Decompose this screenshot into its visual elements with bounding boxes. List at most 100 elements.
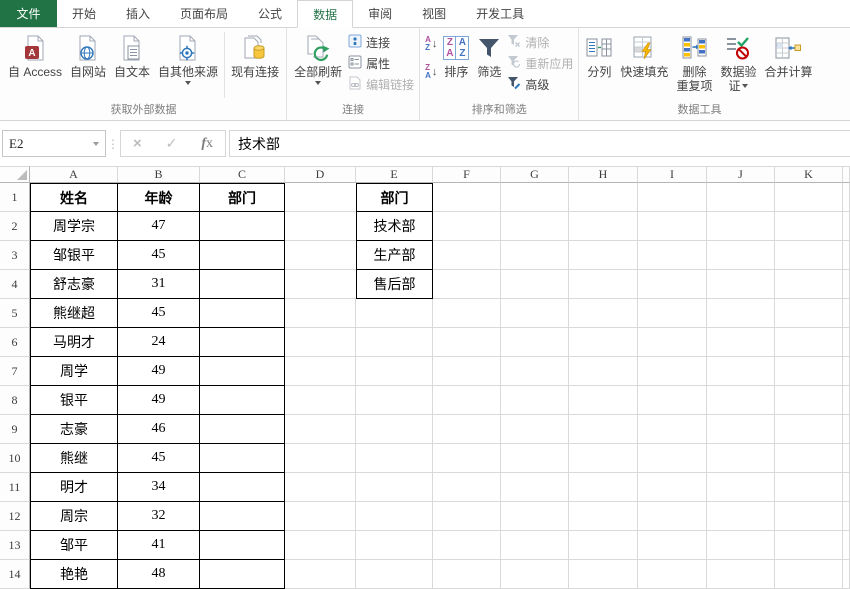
- properties-button[interactable]: 属性: [346, 54, 416, 73]
- cell-B9[interactable]: 46: [118, 415, 200, 444]
- cell-F1[interactable]: [433, 183, 501, 212]
- cell-E5[interactable]: [356, 299, 433, 328]
- col-header-K[interactable]: K: [775, 166, 843, 183]
- cell-E7[interactable]: [356, 357, 433, 386]
- cell-K11[interactable]: [775, 473, 843, 502]
- cell-F4[interactable]: [433, 270, 501, 299]
- cell-A6[interactable]: 马明才: [30, 328, 118, 357]
- col-header-I[interactable]: I: [638, 166, 707, 183]
- cell-A8[interactable]: 银平: [30, 386, 118, 415]
- consolidate-button[interactable]: 合并计算: [760, 30, 816, 79]
- cell-H7[interactable]: [569, 357, 638, 386]
- reapply-filter-button[interactable]: 重新应用: [505, 54, 575, 73]
- tab-insert[interactable]: 插入: [111, 0, 165, 27]
- cell-H3[interactable]: [569, 241, 638, 270]
- cell-D2[interactable]: [285, 212, 356, 241]
- cell-F11[interactable]: [433, 473, 501, 502]
- cell-A5[interactable]: 熊继超: [30, 299, 118, 328]
- cell-B8[interactable]: 49: [118, 386, 200, 415]
- refresh-all-button[interactable]: 全部刷新: [290, 30, 346, 85]
- cell-D7[interactable]: [285, 357, 356, 386]
- cell-C3[interactable]: [200, 241, 285, 270]
- cell-J11[interactable]: [707, 473, 775, 502]
- cell-A4[interactable]: 舒志豪: [30, 270, 118, 299]
- cell-E3[interactable]: 生产部: [356, 241, 433, 270]
- existing-connections-button[interactable]: 现有连接: [227, 30, 283, 79]
- cell-C10[interactable]: [200, 444, 285, 473]
- cell-I13[interactable]: [638, 531, 707, 560]
- cell-F6[interactable]: [433, 328, 501, 357]
- cell-D3[interactable]: [285, 241, 356, 270]
- cell-B2[interactable]: 47: [118, 212, 200, 241]
- cell-I5[interactable]: [638, 299, 707, 328]
- cell-H1[interactable]: [569, 183, 638, 212]
- cell-K12[interactable]: [775, 502, 843, 531]
- cell-A7[interactable]: 周学: [30, 357, 118, 386]
- cell-J6[interactable]: [707, 328, 775, 357]
- cell-K14[interactable]: [775, 560, 843, 589]
- cell-E9[interactable]: [356, 415, 433, 444]
- from-access-button[interactable]: A 自 Access: [4, 30, 66, 79]
- col-header-J[interactable]: J: [707, 166, 775, 183]
- cell-J12[interactable]: [707, 502, 775, 531]
- cell-D10[interactable]: [285, 444, 356, 473]
- edit-links-button[interactable]: 编辑链接: [346, 75, 416, 94]
- tab-page-layout[interactable]: 页面布局: [165, 0, 243, 27]
- cell-I3[interactable]: [638, 241, 707, 270]
- cell-D13[interactable]: [285, 531, 356, 560]
- from-text-button[interactable]: 自文本: [110, 30, 154, 79]
- insert-function-icon[interactable]: fx: [201, 136, 213, 152]
- sort-descending-button[interactable]: ZA ↓: [423, 61, 439, 83]
- cell-G12[interactable]: [501, 502, 569, 531]
- cell-F13[interactable]: [433, 531, 501, 560]
- row-header-5[interactable]: 5: [0, 299, 30, 328]
- cell-E2[interactable]: 技术部: [356, 212, 433, 241]
- cell-D14[interactable]: [285, 560, 356, 589]
- enter-icon[interactable]: ✓: [166, 135, 178, 152]
- col-header-F[interactable]: F: [433, 166, 501, 183]
- row-header-10[interactable]: 10: [0, 444, 30, 473]
- cell-I11[interactable]: [638, 473, 707, 502]
- cell-H13[interactable]: [569, 531, 638, 560]
- cell-I10[interactable]: [638, 444, 707, 473]
- cell-B4[interactable]: 31: [118, 270, 200, 299]
- cell-J2[interactable]: [707, 212, 775, 241]
- col-header-D[interactable]: D: [285, 166, 356, 183]
- cell-C13[interactable]: [200, 531, 285, 560]
- cell-F12[interactable]: [433, 502, 501, 531]
- col-header-C[interactable]: C: [200, 166, 285, 183]
- cell-F14[interactable]: [433, 560, 501, 589]
- cell-E6[interactable]: [356, 328, 433, 357]
- cell-A2[interactable]: 周学宗: [30, 212, 118, 241]
- cell-B13[interactable]: 41: [118, 531, 200, 560]
- row-header-2[interactable]: 2: [0, 212, 30, 241]
- cell-B3[interactable]: 45: [118, 241, 200, 270]
- cell-E1[interactable]: 部门: [356, 183, 433, 212]
- cell-K4[interactable]: [775, 270, 843, 299]
- col-header-H[interactable]: H: [569, 166, 638, 183]
- connections-button[interactable]: 连接: [346, 33, 416, 52]
- tab-review[interactable]: 审阅: [353, 0, 407, 27]
- cell-F8[interactable]: [433, 386, 501, 415]
- cell-K8[interactable]: [775, 386, 843, 415]
- cell-A3[interactable]: 邹银平: [30, 241, 118, 270]
- cell-K2[interactable]: [775, 212, 843, 241]
- formula-input[interactable]: 技术部: [229, 130, 850, 157]
- row-header-8[interactable]: 8: [0, 386, 30, 415]
- text-to-columns-button[interactable]: 分列: [582, 30, 616, 79]
- tab-file[interactable]: 文件: [0, 0, 57, 27]
- sort-button[interactable]: ZAAZ 排序: [439, 30, 473, 79]
- cell-D12[interactable]: [285, 502, 356, 531]
- col-header-E[interactable]: E: [356, 166, 433, 183]
- row-header-11[interactable]: 11: [0, 473, 30, 502]
- cell-I2[interactable]: [638, 212, 707, 241]
- cell-F7[interactable]: [433, 357, 501, 386]
- cell-F3[interactable]: [433, 241, 501, 270]
- cell-I9[interactable]: [638, 415, 707, 444]
- name-box[interactable]: E2: [2, 130, 106, 157]
- cell-K7[interactable]: [775, 357, 843, 386]
- cell-H9[interactable]: [569, 415, 638, 444]
- row-header-12[interactable]: 12: [0, 502, 30, 531]
- row-header-13[interactable]: 13: [0, 531, 30, 560]
- cell-G4[interactable]: [501, 270, 569, 299]
